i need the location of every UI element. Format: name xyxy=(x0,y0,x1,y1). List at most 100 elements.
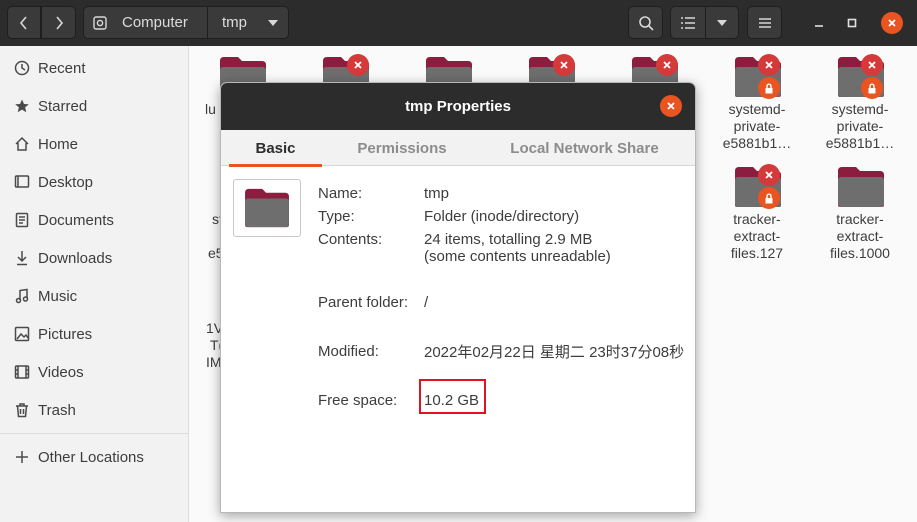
sidebar-item-label: Pictures xyxy=(38,325,93,343)
download-icon xyxy=(14,250,30,266)
tab-local-network-share[interactable]: Local Network Share xyxy=(497,130,672,166)
lock-icon xyxy=(758,187,780,209)
clock-icon xyxy=(14,60,30,76)
desktop-icon xyxy=(14,174,30,190)
menu-button[interactable] xyxy=(747,6,782,39)
window-close-button[interactable] xyxy=(881,12,903,34)
maximize-icon xyxy=(847,18,857,28)
menu-icon xyxy=(758,17,771,28)
sidebar-item-starred[interactable]: Starred xyxy=(0,87,188,125)
contents-note: (some contents unreadable) xyxy=(424,248,611,265)
sidebar-item-downloads[interactable]: Downloads xyxy=(0,239,188,277)
lock-icon xyxy=(861,77,883,99)
sidebar-item-label: Videos xyxy=(38,363,84,381)
unreadable-badge-icon xyxy=(758,54,780,76)
type-label: Type: xyxy=(318,208,355,225)
sidebar-item-home[interactable]: Home xyxy=(0,125,188,163)
close-icon xyxy=(667,102,675,110)
name-value[interactable]: tmp xyxy=(424,185,449,202)
contents-label: Contents: xyxy=(318,231,383,248)
view-options-button[interactable] xyxy=(705,6,739,39)
parent-folder-label: Parent folder: xyxy=(318,294,409,311)
file-label: systemd-private-e5881b1… xyxy=(825,101,895,151)
sidebar-item-label: Recent xyxy=(38,59,86,77)
unreadable-badge-icon xyxy=(553,54,575,76)
sidebar-item-other-locations[interactable]: Other Locations xyxy=(0,438,188,476)
maximize-button[interactable] xyxy=(841,12,863,34)
path-computer-label: Computer xyxy=(122,14,188,31)
sidebar-item-label: Home xyxy=(38,135,79,153)
sidebar-item-label: Desktop xyxy=(38,173,94,191)
sidebar-item-label: Trash xyxy=(38,401,76,419)
path-computer[interactable]: Computer xyxy=(84,7,208,38)
view-options-icon xyxy=(717,19,727,26)
sidebar-item-label: Documents xyxy=(38,211,114,229)
list-view-icon xyxy=(681,16,695,29)
minimize-icon xyxy=(815,25,823,27)
sidebar-item-videos[interactable]: Videos xyxy=(0,353,188,391)
sidebar-item-trash[interactable]: Trash xyxy=(0,391,188,429)
type-value: Folder (inode/directory) xyxy=(424,208,580,225)
file-label: tracker-extract-files.1000 xyxy=(830,211,890,261)
sidebar-item-label: Starred xyxy=(38,97,88,115)
sidebar-item-documents[interactable]: Documents xyxy=(0,201,188,239)
back-icon xyxy=(19,15,27,30)
parent-folder-value: / xyxy=(424,294,429,311)
tab-permissions[interactable]: Permissions xyxy=(339,130,465,166)
sidebar-item-music[interactable]: Music xyxy=(0,277,188,315)
sidebar-item-label: Other Locations xyxy=(38,448,144,466)
file-label-partial: lu xyxy=(205,101,216,117)
file-label-partial: e5 xyxy=(208,245,220,261)
file-label-partial: IM xyxy=(206,354,220,370)
forward-button[interactable] xyxy=(41,6,76,39)
videos-icon xyxy=(14,364,30,380)
path-tmp-label: tmp xyxy=(222,14,248,31)
folder-thumbnail xyxy=(233,179,301,237)
folder-icon xyxy=(838,167,884,207)
disk-icon xyxy=(93,15,107,30)
free-space-label: Free space: xyxy=(318,392,398,409)
forward-icon xyxy=(55,15,63,30)
folder-icon xyxy=(245,188,289,228)
close-icon xyxy=(888,19,896,27)
file-label: tracker-extract-files.127 xyxy=(730,211,784,261)
dialog-close-button[interactable] xyxy=(660,95,682,117)
unreadable-badge-icon xyxy=(656,54,678,76)
pictures-icon xyxy=(14,326,30,342)
unreadable-badge-icon xyxy=(347,54,369,76)
minimize-button[interactable] xyxy=(808,12,830,34)
modified-label: Modified: xyxy=(318,343,379,360)
tab-bar: Basic Permissions Local Network Share xyxy=(221,130,695,167)
unreadable-badge-icon xyxy=(861,54,883,76)
modified-value: 2022年02月22日 星期二 23时37分08秒 xyxy=(424,344,685,361)
sidebar: Recent Starred Home Desktop Documents Do… xyxy=(0,46,189,522)
sidebar-separator xyxy=(0,433,188,434)
music-icon xyxy=(14,288,30,304)
name-label: Name: xyxy=(318,185,363,202)
sidebar-item-label: Downloads xyxy=(38,249,113,267)
path-tmp[interactable]: tmp xyxy=(208,7,288,38)
search-icon xyxy=(638,15,654,31)
plus-icon xyxy=(14,449,30,465)
file-label-partial: st xyxy=(212,211,220,227)
contents-value: 24 items, totalling 2.9 MB xyxy=(424,231,593,248)
list-view-button[interactable] xyxy=(670,6,706,39)
file-label-partial: 1V xyxy=(206,320,220,336)
unreadable-badge-icon xyxy=(758,164,780,186)
path-bar: Computer tmp xyxy=(83,6,289,39)
lock-icon xyxy=(758,77,780,99)
tab-basic[interactable]: Basic xyxy=(229,130,322,167)
sidebar-item-desktop[interactable]: Desktop xyxy=(0,163,188,201)
star-icon xyxy=(14,98,30,114)
file-label-partial: T( xyxy=(210,337,220,353)
file-label: systemd-private-e5881b1… xyxy=(722,101,792,151)
trash-icon xyxy=(14,402,30,418)
search-button[interactable] xyxy=(628,6,663,39)
back-button[interactable] xyxy=(7,6,41,39)
sidebar-item-pictures[interactable]: Pictures xyxy=(0,315,188,353)
sidebar-item-label: Music xyxy=(38,287,78,305)
document-icon xyxy=(14,212,30,228)
header-bar: Computer tmp xyxy=(0,0,917,46)
properties-dialog: tmp Properties Basic Permissions Local N… xyxy=(220,82,696,513)
sidebar-item-recent[interactable]: Recent xyxy=(0,49,188,87)
